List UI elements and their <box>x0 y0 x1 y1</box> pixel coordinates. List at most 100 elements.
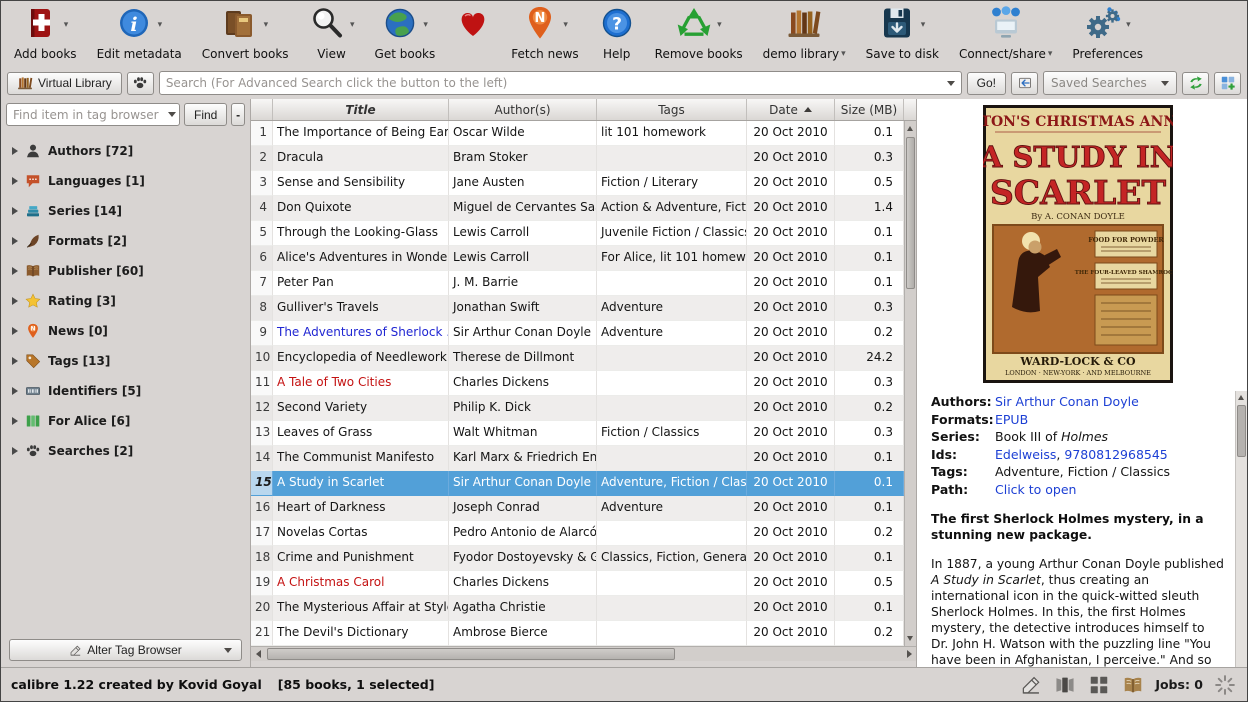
column-header[interactable]: Author(s) <box>449 99 597 120</box>
toolbar-button-donate[interactable] <box>448 4 498 48</box>
book-cover[interactable]: BEETON'S CHRISTMAS ANNUAL A STUDY IN SCA… <box>931 105 1225 383</box>
dropdown-arrow[interactable]: ▾ <box>841 49 846 59</box>
book-row[interactable]: 2 Dracula Bram Stoker 20 Oct 2010 0.3 <box>251 146 904 171</box>
toolbar-button-convert-books[interactable]: ▾ Convert books <box>195 4 296 62</box>
dropdown-arrow[interactable]: ▾ <box>558 20 568 30</box>
dropdown-arrow[interactable]: ▾ <box>152 20 162 30</box>
expand-arrow-icon[interactable] <box>12 327 18 335</box>
expand-arrow-icon[interactable] <box>12 297 18 305</box>
find-input[interactable] <box>13 108 163 122</box>
book-row[interactable]: 7 Peter Pan J. M. Barrie 20 Oct 2010 0.1 <box>251 271 904 296</box>
book-row[interactable]: 16 Heart of Darkness Joseph Conrad Adven… <box>251 496 904 521</box>
sidebar-item-searches[interactable]: Searches [2] <box>6 436 245 466</box>
alter-tag-browser-button[interactable]: Alter Tag Browser <box>9 639 242 661</box>
sidebar-item-news[interactable]: N News [0] <box>6 316 245 346</box>
chevron-down-icon[interactable] <box>224 648 232 653</box>
scroll-right-arrow[interactable] <box>902 647 916 661</box>
sidebar-item-formats[interactable]: Formats [2] <box>6 226 245 256</box>
detail-link[interactable]: Sir Arthur Conan Doyle <box>995 394 1139 409</box>
chevron-down-icon[interactable] <box>168 112 176 117</box>
dropdown-arrow[interactable]: ▾ <box>58 20 68 30</box>
toolbar-button-preferences[interactable]: ▾ Preferences <box>1065 4 1150 62</box>
booklist-vertical-scrollbar[interactable] <box>904 121 916 646</box>
chevron-down-icon[interactable] <box>947 81 955 86</box>
toggle-book-details-button[interactable] <box>1121 673 1145 697</box>
sidebar-item-for-alice[interactable]: For Alice [6] <box>6 406 245 436</box>
book-row[interactable]: 12 Second Variety Philip K. Dick 20 Oct … <box>251 396 904 421</box>
toolbar-button-view[interactable]: ▾ View <box>302 4 362 62</box>
expand-arrow-icon[interactable] <box>12 357 18 365</box>
column-header[interactable]: Size (MB) <box>835 99 904 120</box>
toggle-tag-browser-button[interactable] <box>1019 673 1043 697</box>
search-highlight-button[interactable] <box>127 72 154 95</box>
book-row[interactable]: 13 Leaves of Grass Walt Whitman Fiction … <box>251 421 904 446</box>
book-row[interactable]: 8 Gulliver's Travels Jonathan Swift Adve… <box>251 296 904 321</box>
book-row[interactable]: 19 A Christmas Carol Charles Dickens 20 … <box>251 571 904 596</box>
column-header[interactable]: Title <box>273 99 449 120</box>
book-row[interactable]: 10 Encyclopedia of Needlework Therese de… <box>251 346 904 371</box>
expand-arrow-icon[interactable] <box>12 147 18 155</box>
find-combobox[interactable] <box>6 103 180 126</box>
detail-link[interactable]: 9780812968545 <box>1064 447 1167 462</box>
sidebar-item-authors[interactable]: Authors [72] <box>6 136 245 166</box>
toolbar-button-fetch-news[interactable]: N ▾ Fetch news <box>504 4 585 62</box>
book-row[interactable]: 11 A Tale of Two Cities Charles Dickens … <box>251 371 904 396</box>
book-row[interactable]: 6 Alice's Adventures in Wonder… Lewis Ca… <box>251 246 904 271</box>
toggle-cover-browser-button[interactable] <box>1053 673 1077 697</box>
book-row[interactable]: 20 The Mysterious Affair at Styles Agath… <box>251 596 904 621</box>
book-row[interactable]: 3 Sense and Sensibility Jane Austen Fict… <box>251 171 904 196</box>
book-row[interactable]: 21 The Devil's Dictionary Ambrose Bierce… <box>251 621 904 646</box>
book-row[interactable]: 1 The Importance of Being Ear… Oscar Wil… <box>251 121 904 146</box>
details-scrollbar[interactable] <box>1235 391 1247 667</box>
detail-link[interactable]: Edelweiss <box>995 447 1056 462</box>
dropdown-arrow[interactable]: ▾ <box>1048 49 1053 59</box>
toolbar-button-demo-library[interactable]: demo library ▾ <box>756 4 853 62</box>
jobs-label[interactable]: Jobs: 0 <box>1155 677 1203 692</box>
union-saved-search-button[interactable] <box>1182 72 1209 95</box>
copy-search-button[interactable] <box>1011 72 1038 95</box>
book-row[interactable]: 9 The Adventures of Sherlock … Sir Arthu… <box>251 321 904 346</box>
toolbar-button-connect-share[interactable]: Connect/share ▾ <box>952 4 1059 62</box>
sidebar-item-series[interactable]: Series [14] <box>6 196 245 226</box>
detail-link[interactable]: EPUB <box>995 412 1028 427</box>
expand-arrow-icon[interactable] <box>12 267 18 275</box>
toolbar-button-help[interactable]: ? Help <box>592 4 642 62</box>
book-row[interactable]: 14 The Communist Manifesto Karl Marx & F… <box>251 446 904 471</box>
search-input[interactable] <box>166 76 942 90</box>
toolbar-button-edit-metadata[interactable]: i ▾ Edit metadata <box>90 4 189 62</box>
scrollbar-thumb[interactable] <box>267 648 675 660</box>
toolbar-button-get-books[interactable]: ▾ Get books <box>368 4 443 62</box>
column-header[interactable]: Tags <box>597 99 747 120</box>
book-row[interactable]: 17 Novelas Cortas Pedro Antonio de Alarc… <box>251 521 904 546</box>
book-row[interactable]: 18 Crime and Punishment Fyodor Dostoyevs… <box>251 546 904 571</box>
sidebar-item-languages[interactable]: Languages [1] <box>6 166 245 196</box>
detail-link[interactable]: Click to open <box>995 482 1076 497</box>
expand-arrow-icon[interactable] <box>12 207 18 215</box>
book-row[interactable]: 15 A Study in Scarlet Sir Arthur Conan D… <box>251 471 904 496</box>
dropdown-arrow[interactable]: ▾ <box>418 20 428 30</box>
sidebar-item-rating[interactable]: Rating [3] <box>6 286 245 316</box>
expand-arrow-icon[interactable] <box>12 237 18 245</box>
expand-arrow-icon[interactable] <box>12 387 18 395</box>
virtual-library-button[interactable]: Virtual Library <box>7 72 122 95</box>
jobs-spinner-icon[interactable] <box>1213 673 1237 697</box>
scrollbar-thumb[interactable] <box>906 137 915 289</box>
book-cover-image[interactable]: BEETON'S CHRISTMAS ANNUAL A STUDY IN SCA… <box>983 105 1173 383</box>
expand-arrow-icon[interactable] <box>12 417 18 425</box>
book-row[interactable]: 5 Through the Looking-Glass Lewis Carrol… <box>251 221 904 246</box>
saved-searches-select[interactable]: Saved Searches <box>1043 71 1177 95</box>
add-saved-search-button[interactable] <box>1214 72 1241 95</box>
book-row[interactable]: 4 Don Quixote Miguel de Cervantes Saa… A… <box>251 196 904 221</box>
search-combobox[interactable] <box>159 71 962 95</box>
dropdown-arrow[interactable]: ▾ <box>712 20 722 30</box>
collapse-all-button[interactable]: - <box>231 103 245 126</box>
column-header[interactable]: Date <box>747 99 835 120</box>
column-header[interactable] <box>251 99 273 120</box>
toolbar-button-save-to-disk[interactable]: ▾ Save to disk <box>859 4 946 62</box>
sidebar-item-identifiers[interactable]: Identifiers [5] <box>6 376 245 406</box>
expand-arrow-icon[interactable] <box>12 177 18 185</box>
toggle-cover-grid-button[interactable] <box>1087 673 1111 697</box>
dropdown-arrow[interactable]: ▾ <box>1121 20 1131 30</box>
find-button[interactable]: Find <box>184 103 227 126</box>
toolbar-button-add-books[interactable]: ▾ Add books <box>7 4 84 62</box>
